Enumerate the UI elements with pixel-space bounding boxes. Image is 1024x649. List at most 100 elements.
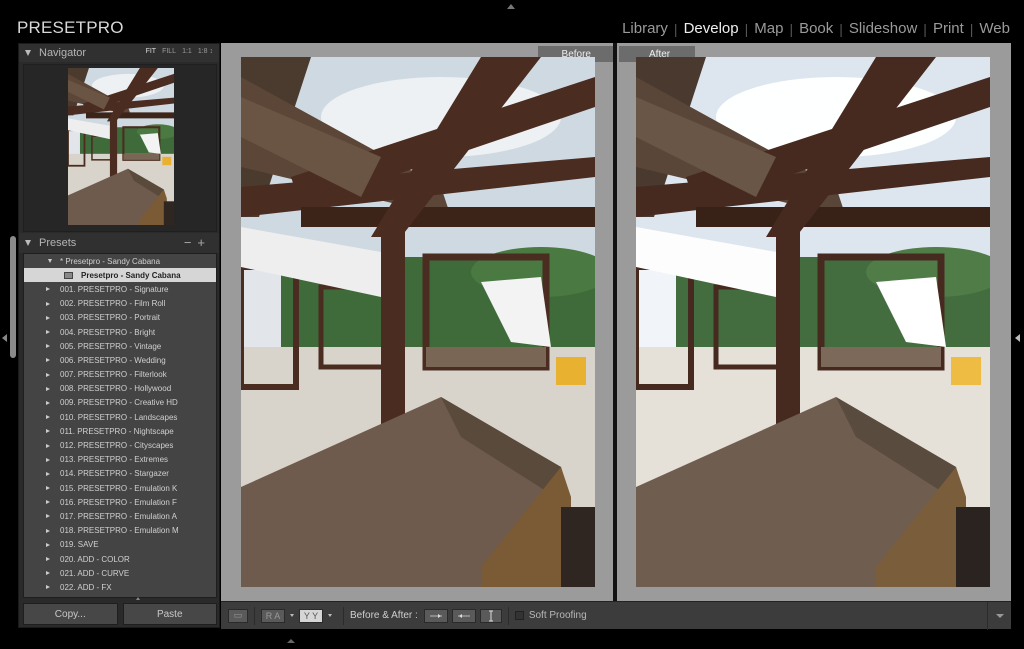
toolbar-options-dropdown[interactable] (987, 602, 1011, 630)
navigator-zoom-options: FIT FILL 1:1 1:8 ↕ (146, 48, 213, 55)
zoom-1-1[interactable]: 1:1 (182, 48, 192, 55)
preset-folder-label: 009. PRESETPRO - Creative HD (60, 398, 178, 408)
preset-item-selected[interactable]: Presetpro - Sandy Cabana (24, 268, 216, 283)
preset-label: Presetpro - Sandy Cabana (81, 270, 181, 280)
swap-before-after-button[interactable] (479, 608, 502, 623)
soft-proofing-checkbox[interactable] (514, 611, 524, 620)
preset-folder[interactable]: 021. ADD - CURVE (24, 566, 216, 580)
loupe-view-button[interactable]: ▭ (228, 608, 248, 623)
yy-dropdown-icon[interactable] (328, 614, 332, 617)
before-photo[interactable] (241, 57, 595, 587)
before-after-split-button[interactable]: Y Y (299, 608, 323, 623)
preset-folder[interactable]: 015. PRESETPRO - Emulation K (24, 481, 216, 495)
yy-label: Y Y (303, 610, 319, 621)
expand-triangle-icon[interactable] (46, 330, 50, 335)
expand-triangle-icon[interactable] (46, 415, 50, 420)
after-pane: After (617, 43, 1011, 601)
left-panel-scrollbar[interactable] (10, 236, 16, 358)
expand-triangle-icon[interactable] (46, 443, 50, 448)
preset-folder[interactable]: 006. PRESETPRO - Wedding (24, 353, 216, 367)
expand-triangle-icon[interactable] (46, 542, 50, 547)
preset-folder[interactable]: 013. PRESETPRO - Extremes (24, 453, 216, 467)
preset-folder[interactable]: 003. PRESETPRO - Portrait (24, 311, 216, 325)
preset-folder[interactable]: 019. SAVE (24, 538, 216, 552)
expand-right-panel-arrow[interactable] (1015, 334, 1020, 342)
copy-after-to-before-button[interactable] (451, 608, 476, 623)
top-bar: PRESETPRO Library | Develop | Map | Book | Slide… (0, 0, 1024, 44)
expand-triangle-icon[interactable] (46, 429, 50, 434)
disclosure-triangle-icon[interactable] (48, 259, 52, 264)
copy-before-to-after-button[interactable] (423, 608, 448, 623)
before-after-left-right-button[interactable]: R A (261, 608, 285, 623)
zoom-fill[interactable]: FILL (162, 48, 176, 55)
collapse-left-panel-arrow[interactable] (2, 334, 7, 342)
preset-folder[interactable]: 009. PRESETPRO - Creative HD (24, 396, 216, 410)
resize-handle-icon[interactable] (136, 597, 140, 600)
preset-folder-label: 011. PRESETPRO - Nightscape (60, 426, 174, 436)
expand-triangle-icon[interactable] (46, 486, 50, 491)
preset-folder[interactable]: 017. PRESETPRO - Emulation A (24, 509, 216, 523)
preset-folder[interactable]: 022. ADD - FX (24, 580, 216, 594)
navigator-header[interactable]: Navigator FIT FILL 1:1 1:8 ↕ (19, 44, 219, 62)
after-photo[interactable] (636, 57, 990, 587)
preset-folder[interactable]: 004. PRESETPRO - Bright (24, 325, 216, 339)
expand-triangle-icon[interactable] (46, 571, 50, 576)
module-slideshow[interactable]: Slideshow (843, 20, 923, 37)
preset-folder[interactable]: 005. PRESETPRO - Vintage (24, 339, 216, 353)
paste-button[interactable]: Paste (122, 603, 217, 625)
preset-folder[interactable]: 016. PRESETPRO - Emulation F (24, 495, 216, 509)
copy-button[interactable]: Copy... (23, 603, 118, 625)
before-after-label: Before & After : (350, 610, 418, 621)
module-book[interactable]: Book (793, 20, 839, 37)
module-print[interactable]: Print (927, 20, 970, 37)
expand-triangle-icon[interactable] (46, 557, 50, 562)
expand-triangle-icon[interactable] (46, 457, 50, 462)
preset-folder[interactable]: 001. PRESETPRO - Signature (24, 282, 216, 296)
expand-triangle-icon[interactable] (46, 301, 50, 306)
navigator-thumbnail[interactable] (68, 68, 174, 225)
soft-proofing-label: Soft Proofing (528, 610, 587, 621)
expand-filmstrip-arrow[interactable] (287, 639, 295, 643)
preset-folder[interactable]: 014. PRESETPRO - Stargazer (24, 467, 216, 481)
ra-dropdown-icon[interactable] (290, 614, 294, 617)
expand-triangle-icon[interactable] (46, 500, 50, 505)
module-library[interactable]: Library (616, 20, 674, 37)
preset-folder-label: 013. PRESETPRO - Extremes (60, 455, 169, 465)
preset-folder[interactable]: 008. PRESETPRO - Hollywood (24, 382, 216, 396)
preset-folder-open[interactable]: * Presetpro - Sandy Cabana (24, 254, 216, 268)
expand-triangle-icon[interactable] (46, 372, 50, 377)
zoom-custom[interactable]: 1:8 ↕ (198, 48, 213, 55)
preset-folder[interactable]: 002. PRESETPRO - Film Roll (24, 297, 216, 311)
module-web[interactable]: Web (973, 20, 1016, 37)
module-map[interactable]: Map (748, 20, 789, 37)
expand-triangle-icon[interactable] (46, 386, 50, 391)
expand-triangle-icon[interactable] (46, 287, 50, 292)
module-develop[interactable]: Develop (678, 20, 745, 37)
expand-triangle-icon[interactable] (46, 400, 50, 405)
expand-triangle-icon[interactable] (46, 514, 50, 519)
expand-triangle-icon[interactable] (46, 528, 50, 533)
zoom-fit[interactable]: FIT (146, 48, 157, 55)
expand-triangle-icon[interactable] (46, 315, 50, 320)
preset-folder[interactable]: 018. PRESETPRO - Emulation M (24, 524, 216, 538)
preset-folder[interactable]: 007. PRESETPRO - Filterlook (24, 368, 216, 382)
preset-folder[interactable]: 020. ADD - COLOR (24, 552, 216, 566)
expand-triangle-icon[interactable] (46, 358, 50, 363)
preset-folder[interactable]: 010. PRESETPRO - Landscapes (24, 410, 216, 424)
preset-folder[interactable]: 012. PRESETPRO - Cityscapes (24, 438, 216, 452)
disclosure-triangle-icon[interactable] (25, 50, 31, 56)
preset-folder-label: 001. PRESETPRO - Signature (60, 284, 169, 294)
preset-folder-label: 018. PRESETPRO - Emulation M (60, 526, 179, 536)
preset-folder-label: 019. SAVE (60, 540, 99, 550)
disclosure-triangle-icon[interactable] (25, 240, 31, 246)
expand-triangle-icon[interactable] (46, 585, 50, 590)
add-preset-button[interactable]: + (197, 235, 211, 250)
preset-folder-label: * Presetpro - Sandy Cabana (60, 256, 161, 266)
preset-folder-label: 005. PRESETPRO - Vintage (60, 341, 162, 351)
presets-header[interactable]: Presets −+ (19, 233, 219, 253)
remove-preset-button[interactable]: − (184, 235, 198, 250)
expand-triangle-icon[interactable] (46, 471, 50, 476)
expand-triangle-icon[interactable] (46, 344, 50, 349)
preset-folder[interactable]: 011. PRESETPRO - Nightscape (24, 424, 216, 438)
collapse-top-panel-arrow[interactable] (507, 4, 515, 9)
